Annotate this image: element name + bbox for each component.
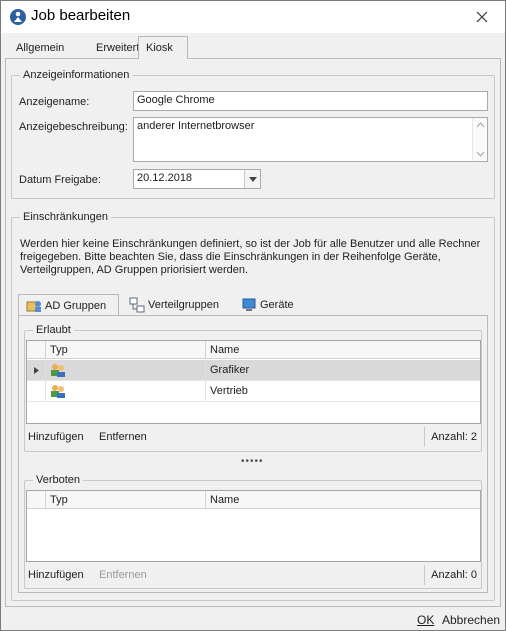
title-bar: Job bearbeiten [1,1,505,33]
display-description-label: Anzeigebeschreibung: [19,121,128,133]
forbidden-legend: Verboten [33,474,84,486]
release-date-picker[interactable]: 20.12.2018 [133,169,261,189]
app-icon [10,9,26,25]
cancel-button[interactable]: Abbrechen [442,613,500,627]
chevron-down-icon [248,176,257,182]
kiosk-tab-page: Anzeigeinformationen Anzeigename: Google… [5,58,501,607]
forbidden-remove-button[interactable]: Entfernen [99,565,147,585]
allowed-add-button[interactable]: Hinzufügen [28,427,84,447]
release-date-label: Datum Freigabe: [19,174,101,186]
display-description-value: anderer Internetbrowser [137,120,255,132]
user-group-icon [51,364,65,377]
subtab-distribution-groups[interactable]: Verteilgruppen [122,294,219,316]
restrictions-info: Werden hier keine Einschränkungen defini… [20,238,490,277]
table-row[interactable]: Vertrieb [27,381,480,402]
subtab-ad-groups-label: AD Gruppen [45,300,107,312]
ok-label: OK [417,613,435,627]
row-name-cell: Grafiker [205,360,480,380]
table-row[interactable]: Grafiker [27,360,480,381]
allowed-group: Erlaubt Typ Name Grafiker Vertrieb Hinzu… [24,324,482,452]
forbidden-add-button[interactable]: Hinzufügen [28,565,84,585]
ad-groups-panel: Erlaubt Typ Name Grafiker Vertrieb Hinzu… [18,315,488,593]
allowed-col-name[interactable]: Name [205,341,480,359]
display-info-group: Anzeigeinformationen Anzeigename: Google… [11,69,495,199]
subtab-devices-label: Geräte [260,299,294,311]
close-icon [476,11,488,23]
forbidden-col-type[interactable]: Typ [45,491,205,509]
allowed-count: Anzahl: 2 [424,427,477,447]
row-indicator-icon [34,367,39,374]
restrictions-legend: Einschränkungen [20,211,112,223]
forbidden-footer: Hinzufügen Entfernen Anzahl: 0 [25,565,481,585]
date-dropdown-button[interactable] [244,170,260,188]
scroll-up-icon [476,122,485,128]
allowed-col-type[interactable]: Typ [45,341,205,359]
display-name-label: Anzeigename: [19,96,90,108]
window-title: Job bearbeiten [31,7,131,24]
display-name-value: Google Chrome [137,94,215,106]
ad-groups-icon [26,301,41,312]
ok-button[interactable]: OK [417,613,434,627]
row-name-cell: Vertrieb [205,381,480,401]
display-info-legend: Anzeigeinformationen [20,69,133,81]
allowed-grid[interactable]: Typ Name Grafiker Vertrieb [26,340,481,424]
forbidden-grid[interactable]: Typ Name [26,490,481,562]
splitter-handle[interactable]: ••••• [241,456,264,467]
subtab-distribution-groups-label: Verteilgruppen [148,299,219,311]
tab-kiosk[interactable]: Kiosk [138,36,188,59]
row-type-cell [45,360,205,380]
forbidden-group: Verboten Typ Name Hinzufügen Entfernen A… [24,474,482,589]
forbidden-count: Anzahl: 0 [424,565,477,585]
allowed-legend: Erlaubt [33,324,74,336]
display-description-field[interactable]: anderer Internetbrowser [133,117,488,162]
dialog-window: Job bearbeiten Allgemein Erweitert Kiosk… [0,0,506,631]
forbidden-grid-header: Typ Name [27,491,480,509]
release-date-value: 20.12.2018 [137,172,193,184]
allowed-remove-button[interactable]: Entfernen [99,427,147,447]
description-scrollbar[interactable] [472,118,487,161]
restrictions-info-line1: Werden hier keine Einschränkungen defini… [20,238,481,250]
display-name-field[interactable]: Google Chrome [133,91,488,111]
computer-icon [242,298,256,311]
allowed-footer: Hinzufügen Entfernen Anzahl: 2 [25,427,481,447]
restrictions-group: Einschränkungen Werden hier keine Einsch… [11,211,495,601]
user-group-icon [51,385,65,398]
tab-allgemein[interactable]: Allgemein [9,37,71,59]
subtab-ad-groups[interactable]: AD Gruppen [18,294,119,316]
restrictions-info-line3: Verteilgruppen, AD Gruppen priorisiert w… [20,264,249,276]
distribution-groups-icon [129,297,145,313]
close-button[interactable] [459,1,505,33]
restrictions-info-line2: freigegeben. Bitte beachten Sie, dass di… [20,251,441,263]
subtab-devices[interactable]: Geräte [234,294,294,316]
main-tabs: Allgemein Erweitert Kiosk [9,36,499,59]
row-type-cell [45,381,205,401]
scroll-down-icon [476,151,485,157]
allowed-grid-header: Typ Name [27,341,480,359]
forbidden-col-name[interactable]: Name [205,491,480,509]
